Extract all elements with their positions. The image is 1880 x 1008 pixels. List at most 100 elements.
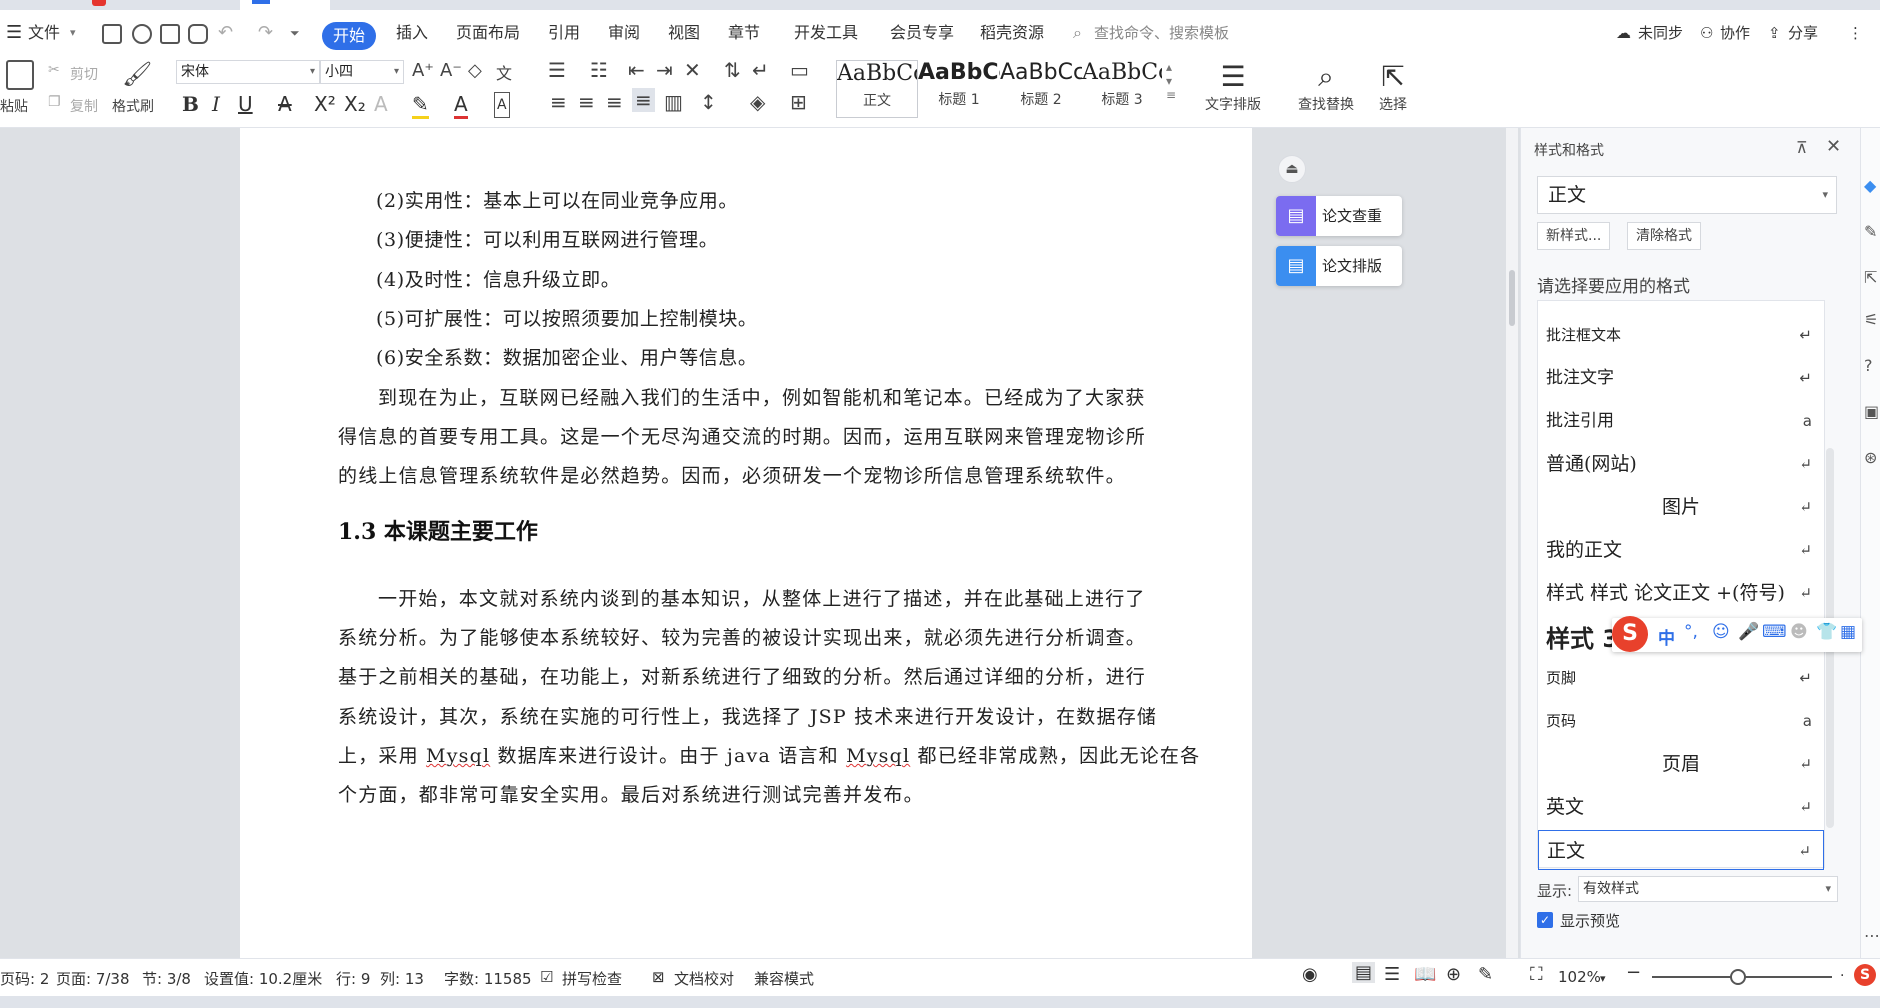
zoom-in-icon[interactable]: · [1840,968,1844,984]
style-item[interactable]: 批注框文本 ↵ [1538,315,1824,355]
paper-check-button[interactable]: ▤ 论文查重 [1276,196,1402,236]
status-row[interactable]: 行: 9 [336,968,370,989]
status-word-count[interactable]: 字数: 11585 [444,968,532,989]
highlight-icon[interactable]: ✎ [412,92,429,119]
style-item[interactable]: 普通(网站) ↵ [1538,444,1824,484]
share-link-icon[interactable]: ⊛ [1864,448,1877,467]
tab-stops-icon[interactable]: ▭ [790,58,809,82]
share-button[interactable]: 分享 [1788,20,1818,46]
doc-line[interactable]: (4)及时性：信息升级立即。 [376,265,1196,292]
cursor-icon[interactable]: ⇱ [1864,268,1877,287]
character-border-icon[interactable]: A [494,92,510,118]
pen-icon[interactable]: ✎ [1864,222,1877,241]
status-section[interactable]: 节: 3/8 [142,968,191,989]
doc-line[interactable]: (2)实用性：基本上可以在同业竞争应用。 [376,186,1196,213]
panel-title[interactable]: 样式和格式 [1534,140,1604,160]
eye-protection-icon[interactable]: ◉ [1302,964,1318,985]
style-item[interactable]: 我的正文 ↵ [1538,530,1824,570]
style-item[interactable]: 页眉 ↵ [1538,744,1824,784]
tab-chapter[interactable]: 章节 [728,20,760,46]
adjust-icon[interactable]: ⚟ [1864,310,1878,329]
toolbox-icon[interactable]: ▦ [1840,622,1856,642]
user-icon[interactable]: ☻ [1790,622,1808,642]
ime-language-toggle[interactable]: 中 [1658,624,1675,649]
text-effect-icon[interactable]: A [374,92,388,116]
sync-status[interactable]: 未同步 [1638,20,1683,46]
numbered-list-icon[interactable]: ☷ [590,58,608,82]
tab-review[interactable]: 审阅 [608,20,640,46]
spell-check-button[interactable]: 拼写检查 [562,968,622,989]
clear-format-icon[interactable]: ◇ [468,60,482,81]
status-col[interactable]: 列: 13 [380,968,424,989]
tab-view[interactable]: 视图 [668,20,700,46]
zoom-slider-handle[interactable] [1730,969,1746,985]
collaborate-button[interactable]: 协作 [1720,20,1750,46]
font-name-select[interactable]: 宋体 ▾ [176,60,320,84]
tab-start[interactable]: 开始 [322,22,376,50]
bold-icon[interactable]: B [182,92,199,116]
customize-quick-access-icon[interactable]: ⏷ [290,20,300,46]
tab-docer-resources[interactable]: 稻壳资源 [980,20,1044,46]
doc-line[interactable]: 系统分析。为了能够使本系统较好、较为完善的被设计实现出来，就必须先进行分析调查。 [338,623,1146,650]
style-item[interactable]: 批注文字 ↵ [1538,358,1824,398]
pin-icon[interactable]: ⊼ [1796,138,1808,157]
keyboard-icon[interactable]: ⌨ [1762,622,1787,642]
vertical-scrollbar[interactable] [1506,128,1518,958]
copy-button[interactable]: 复制 [70,96,98,116]
doc-line[interactable]: 系统设计，其次，系统在实施的可行性上，我选择了 JSP 技术来进行开发设计，在数… [338,702,1157,729]
paste-icon[interactable] [6,60,34,90]
paste-button[interactable]: 粘贴 [0,96,28,116]
file-menu[interactable]: 文件 [28,20,60,46]
print-preview-icon[interactable] [188,24,208,44]
zoom-out-icon[interactable]: − [1626,962,1641,983]
sogou-tray-icon[interactable]: S [1854,964,1876,986]
proofread-button[interactable]: 文档校对 [674,968,734,989]
print-icon[interactable] [160,24,180,44]
doc-line[interactable]: (5)可扩展性：可以按照须要加上控制模块。 [376,304,1196,331]
write-mode-icon[interactable]: ✎ [1478,964,1493,985]
underline-icon[interactable]: U [238,92,253,116]
fit-page-icon[interactable]: ⛶ [1530,964,1543,985]
show-filter-select[interactable]: 有效样式 ▾ [1578,876,1838,902]
tab-member[interactable]: 会员专享 [890,20,954,46]
save-icon[interactable] [102,24,122,44]
zoom-level[interactable]: 102% [1558,968,1601,986]
reading-view-icon[interactable]: 📖 [1414,964,1436,985]
justify-icon[interactable]: ≡ [632,88,655,112]
doc-line[interactable]: 一开始，本文就对系统内谈到的基本知识，从整体上进行了描述，并在此基础上进行了 [378,584,1146,611]
more-icon[interactable]: ⋯ [1864,926,1880,945]
show-preview-label[interactable]: 显示预览 [1560,910,1620,931]
style-item[interactable]: 英文 ↵ [1538,787,1824,827]
font-size-select[interactable]: 小四 ▾ [320,60,404,84]
emoji-icon[interactable]: ☺ [1712,622,1730,642]
redo-icon[interactable]: ↷ [258,20,273,46]
shading-icon[interactable]: ◈ [750,90,765,114]
tab-insert[interactable]: 插入 [396,20,428,46]
clear-format-button[interactable]: 清除格式 [1627,222,1701,250]
status-page-number[interactable]: 页码: 2 [0,968,49,989]
borders-icon[interactable]: ⊞ [790,90,807,114]
spelling-error-word[interactable]: Mysql [426,745,490,767]
bullet-list-icon[interactable]: ☰ [548,58,566,82]
find-replace-button[interactable]: ⌕ 查找替换 [1288,60,1364,114]
ime-punct-toggle[interactable]: °, [1684,622,1698,642]
chinese-layout-icon[interactable]: ✕ [684,58,701,82]
align-right-icon[interactable]: ≡ [606,90,623,114]
doc-line[interactable]: 到现在为止，互联网已经融入我们的生活中，例如智能机和笔记本。已经成为了大家获 [378,383,1146,410]
doc-line[interactable]: 得信息的首要专用工具。这是一个无尽沟通交流的时期。因而，运用互联网来管理宠物诊所 [338,422,1146,449]
cloud-sync-icon[interactable]: ☁ [1616,20,1631,46]
chevron-down-icon[interactable]: ▾ [1600,972,1606,985]
style-item[interactable]: 批注引用 a [1538,401,1824,441]
collaborate-icon[interactable]: ⚇ [1700,20,1713,46]
style-item[interactable]: 图片 ↵ [1538,487,1824,527]
style-item-selected[interactable]: 正文 ↵ [1538,830,1824,870]
text-layout-button[interactable]: ☰ 文字排版 [1196,60,1270,114]
format-painter-button[interactable]: 格式刷 [112,96,154,116]
line-spacing-icon[interactable]: ↕ [700,90,717,114]
paper-layout-button[interactable]: ▤ 论文排版 [1276,246,1402,286]
distributed-icon[interactable]: ▥ [664,90,683,114]
phonetic-guide-icon[interactable]: 文 [496,60,512,84]
select-button[interactable]: ⇱ 选择 [1368,60,1418,114]
new-style-button[interactable]: 新样式... [1537,222,1611,250]
more-options-icon[interactable]: ⋮ [1848,20,1863,46]
